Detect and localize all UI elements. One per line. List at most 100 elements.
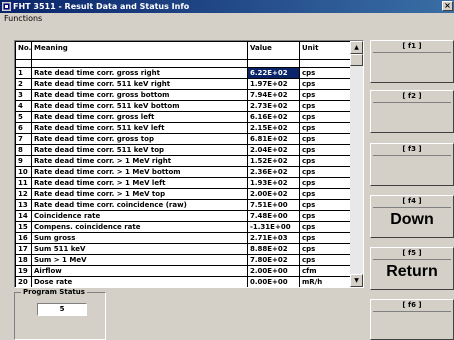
function-key-divider	[373, 155, 451, 156]
table-row[interactable]: 6 Rate dead time corr. 511 keV left 2.15E+…	[15, 122, 352, 134]
row-value: 7.80E+02	[247, 254, 300, 266]
table-row[interactable]: 1 Rate dead time corr. gross right 6.22E+0…	[15, 67, 352, 79]
function-key-f3[interactable]: [ f3 ]	[370, 143, 454, 186]
row-number: 12	[15, 188, 32, 200]
table-spacer-row	[15, 59, 352, 68]
row-number: 9	[15, 155, 32, 167]
vertical-scrollbar[interactable]: ▲ ▼	[350, 41, 363, 287]
table-row[interactable]: 12 Rate dead time corr. > 1 MeV top 2.00E+…	[15, 188, 352, 200]
table-row[interactable]: 16 Sum gross 2.71E+03 cps	[15, 232, 352, 244]
function-key-divider	[373, 259, 451, 260]
row-number: 8	[15, 144, 32, 156]
row-meaning: Sum > 1 MeV	[31, 254, 248, 266]
table-row[interactable]: 13 Rate dead time corr. coincidence (raw)…	[15, 199, 352, 211]
row-value: 2.00E+00	[247, 265, 300, 277]
table-row[interactable]: 19 Airflow 2.00E+00 cfm	[15, 265, 352, 277]
function-key-label: [ f5 ]	[402, 249, 422, 257]
function-key-label: [ f3 ]	[402, 145, 422, 153]
table-header-row: No. Meaning Value Unit	[15, 41, 352, 60]
result-data-grid: No. Meaning Value Unit 1 Rate dead time c…	[14, 40, 364, 288]
row-meaning: Sum gross	[31, 232, 248, 244]
row-value: 2.04E+02	[247, 144, 300, 156]
row-number: 11	[15, 177, 32, 189]
title-bar: FHT 3511 - Result Data and Status Info ×	[0, 0, 454, 13]
row-number: 4	[15, 100, 32, 112]
row-unit: cps	[299, 221, 352, 233]
row-unit: mR/h	[299, 276, 352, 287]
row-number: 2	[15, 78, 32, 90]
column-header-meaning[interactable]: Meaning	[31, 41, 248, 60]
scroll-up-button[interactable]: ▲	[350, 41, 363, 54]
table-row[interactable]: 14 Coincidence rate 7.48E+00 cps	[15, 210, 352, 222]
table-row[interactable]: 7 Rate dead time corr. gross top 6.81E+02 c…	[15, 133, 352, 145]
row-number: 14	[15, 210, 32, 222]
close-icon: ×	[444, 1, 451, 10]
function-key-f2[interactable]: [ f2 ]	[370, 90, 454, 133]
menu-functions[interactable]: Functions	[2, 14, 44, 23]
table-body: 1 Rate dead time corr. gross right 6.22E+0…	[15, 67, 352, 289]
table-row[interactable]: 3 Rate dead time corr. gross bottom 7.94E+…	[15, 89, 352, 101]
row-number: 15	[15, 221, 32, 233]
program-status-label: Program Status	[21, 288, 87, 297]
function-key-f1[interactable]: [ f1 ]	[370, 40, 454, 83]
table-row[interactable]: 15 Compens. coincidence rate -1.31E+00 cps	[15, 221, 352, 233]
result-table: No. Meaning Value Unit 1 Rate dead time c…	[15, 41, 352, 289]
table-row[interactable]: 17 Sum 511 keV 8.88E+02 cps	[15, 243, 352, 255]
function-key-label: [ f2 ]	[402, 92, 422, 100]
table-row[interactable]: 11 Rate dead time corr. > 1 MeV left 1.93E…	[15, 177, 352, 189]
row-unit: cps	[299, 210, 352, 222]
row-meaning: Sum 511 keV	[31, 243, 248, 255]
menu-bar: Functions	[0, 13, 454, 24]
arrow-down-icon: ▼	[354, 277, 359, 284]
function-key-f4[interactable]: [ f4 ] Down	[370, 195, 454, 238]
window-title: FHT 3511 - Result Data and Status Info	[13, 2, 190, 11]
row-unit: cps	[299, 188, 352, 200]
row-value: 1.52E+02	[247, 155, 300, 167]
row-value: 7.94E+02	[247, 89, 300, 101]
function-key-f5[interactable]: [ f5 ] Return	[370, 247, 454, 290]
table-row[interactable]: 9 Rate dead time corr. > 1 MeV right 1.52E…	[15, 155, 352, 167]
row-unit: cps	[299, 111, 352, 123]
row-number: 3	[15, 89, 32, 101]
row-meaning: Rate dead time corr. > 1 MeV right	[31, 155, 248, 167]
row-unit: cps	[299, 199, 352, 211]
row-value: 6.22E+02	[247, 67, 300, 79]
column-header-unit[interactable]: Unit	[299, 41, 352, 60]
row-value: 2.71E+03	[247, 232, 300, 244]
table-row[interactable]: 4 Rate dead time corr. 511 keV bottom 2.73…	[15, 100, 352, 112]
row-value	[248, 288, 300, 289]
row-meaning: Rate dead time corr. 511 keV right	[31, 78, 248, 90]
row-value: 7.51E+00	[247, 199, 300, 211]
app-icon	[2, 2, 11, 11]
row-unit: cps	[299, 243, 352, 255]
close-button[interactable]: ×	[442, 1, 453, 11]
scroll-thumb[interactable]	[350, 54, 363, 66]
table-row[interactable]: 5 Rate dead time corr. gross left 6.16E+02…	[15, 111, 352, 123]
table-row[interactable]: 10 Rate dead time corr. > 1 MeV bottom 2.3…	[15, 166, 352, 178]
function-key-command: Return	[386, 263, 438, 280]
table-row[interactable]: 8 Rate dead time corr. 511 keV top 2.04E+0…	[15, 144, 352, 156]
program-status-value: 5	[37, 303, 87, 316]
table-row[interactable]: 2 Rate dead time corr. 511 keV right 1.97E…	[15, 78, 352, 90]
row-meaning: Rate dead time corr. > 1 MeV bottom	[31, 166, 248, 178]
scroll-down-button[interactable]: ▼	[350, 274, 363, 287]
row-unit: cps	[299, 89, 352, 101]
row-value: 6.16E+02	[247, 111, 300, 123]
function-key-f6[interactable]: [ f6 ]	[370, 299, 454, 340]
row-value: 8.88E+02	[247, 243, 300, 255]
row-number: 6	[15, 122, 32, 134]
table-row[interactable]: 18 Sum > 1 MeV 7.80E+02 cps	[15, 254, 352, 266]
row-unit: cps	[299, 177, 352, 189]
row-number: 5	[15, 111, 32, 123]
row-value: 6.81E+02	[247, 133, 300, 145]
row-number: 18	[15, 254, 32, 266]
function-key-label: [ f1 ]	[402, 42, 422, 50]
column-header-value[interactable]: Value	[247, 41, 300, 60]
table-row[interactable]: 20 Dose rate 0.00E+00 mR/h	[15, 276, 352, 287]
row-unit: cps	[299, 254, 352, 266]
column-header-no[interactable]: No.	[15, 41, 32, 60]
row-meaning: Airflow	[31, 265, 248, 277]
function-key-divider	[373, 311, 451, 312]
row-unit: cps	[299, 122, 352, 134]
row-meaning: Rate dead time corr. 511 keV bottom	[31, 100, 248, 112]
